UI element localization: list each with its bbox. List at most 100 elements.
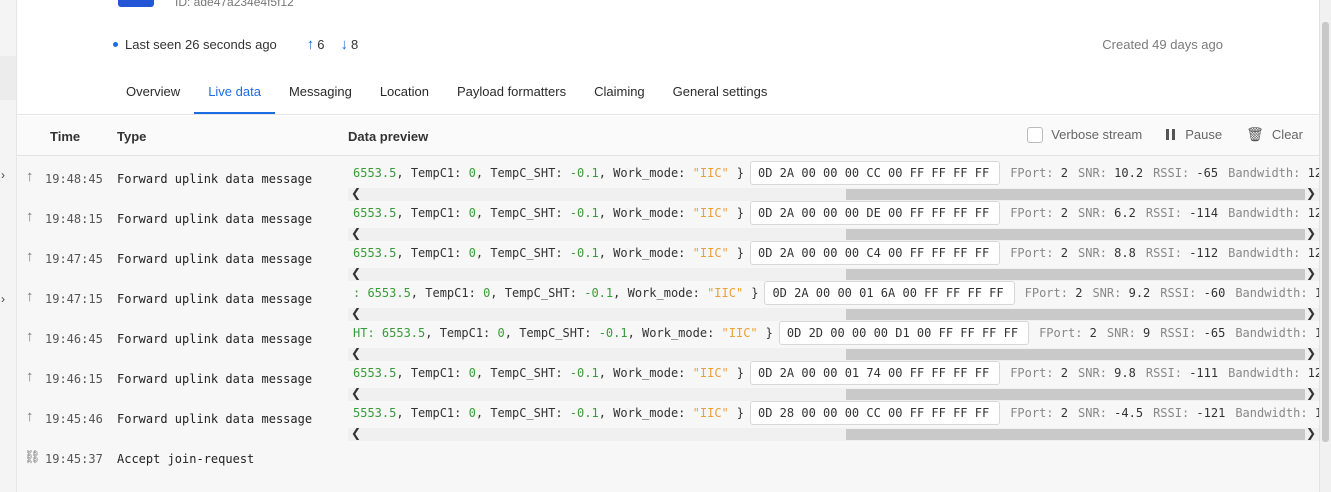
table-row[interactable]: ↑ 19:46:45 Forward uplink data message HT: … <box>17 317 1319 361</box>
payload-value: -0.1 <box>569 166 599 180</box>
rssi-value: -65 <box>1196 166 1219 180</box>
pause-icon <box>1166 129 1176 140</box>
payload-lead-value: : 6553.5 <box>353 286 411 300</box>
tab-payload-formatters[interactable]: Payload formatters <box>443 73 580 114</box>
raw-payload-hex[interactable]: 0D 2A 00 00 01 74 00 FF FF FF FF <box>750 361 1001 385</box>
payload-key: TempC1: <box>410 366 462 380</box>
bandwidth-key: Bandwidth: <box>1228 206 1301 220</box>
snr-key: SNR: <box>1078 406 1107 420</box>
row-time: 19:48:45 <box>45 172 103 186</box>
rssi-key: RSSI: <box>1160 286 1197 300</box>
row-type: Forward uplink data message <box>117 252 313 266</box>
table-row[interactable]: ↑ 19:47:15 Forward uplink data message: 65… <box>17 277 1319 321</box>
payload-brace: } <box>736 166 744 180</box>
bandwidth-key: Bandwidth: <box>1228 366 1301 380</box>
rssi-value: -60 <box>1203 286 1226 300</box>
clear-button[interactable]: 🗑 Clear <box>1246 126 1303 143</box>
payload-value: 0 <box>468 166 476 180</box>
fport-value: 2 <box>1060 166 1069 180</box>
raw-payload-hex[interactable]: 0D 2A 00 00 00 DE 00 FF FF FF FF <box>750 201 1001 225</box>
row-type: Forward uplink data message <box>117 292 313 306</box>
payload-key: TempC_SHT: <box>504 286 577 300</box>
device-status-row: Last seen 26 seconds ago ↑ 6 ↓ 8 <box>113 36 358 53</box>
payload-lead-value: 6553.5 <box>353 166 397 180</box>
tab-messaging[interactable]: Messaging <box>275 73 366 114</box>
raw-payload-hex[interactable]: 0D 2A 00 00 00 C4 00 FF FF FF FF <box>750 241 1001 265</box>
payload-value: -0.1 <box>584 286 614 300</box>
table-row[interactable]: ↑ 19:46:15 Forward uplink data message 6553… <box>17 357 1319 401</box>
row-time: 19:45:37 <box>45 452 103 466</box>
scrollbar-thumb[interactable] <box>1322 22 1329 442</box>
payload-value: "IIC" <box>692 366 729 380</box>
snr-key: SNR: <box>1078 246 1107 260</box>
payload-value: 0 <box>468 366 476 380</box>
snr-value: 9.2 <box>1128 286 1151 300</box>
fport-key: FPort: <box>1039 326 1083 340</box>
tab-location[interactable]: Location <box>366 73 443 114</box>
payload-brace: } <box>736 246 744 260</box>
row-time: 19:46:45 <box>45 332 103 346</box>
tab-live-data[interactable]: Live data <box>194 73 275 114</box>
device-logo <box>118 0 154 7</box>
payload-key: TempC_SHT: <box>490 366 563 380</box>
payload-key: TempC1: <box>410 166 462 180</box>
bandwidth-value: 125000 <box>1307 366 1319 380</box>
row-time: 19:45:46 <box>45 412 103 426</box>
table-row[interactable]: ↑ 19:48:45 Forward uplink data message 6553… <box>17 157 1319 201</box>
left-edge-panel: › › <box>0 0 17 492</box>
uplink-count: 6 <box>317 37 325 52</box>
chevron-icon: › <box>1 168 5 182</box>
payload-key: Work_mode: <box>613 406 686 420</box>
raw-payload-hex[interactable]: 0D 2A 00 00 01 6A 00 FF FF FF FF <box>764 281 1015 305</box>
payload-value: "IIC" <box>692 166 729 180</box>
table-row[interactable]: ↑ 19:45:46 Forward uplink data message 5553… <box>17 397 1319 441</box>
payload-lead-value: HT: 6553.5 <box>353 326 426 340</box>
arrow-up-icon: ↑ <box>26 408 34 425</box>
bandwidth-key: Bandwidth: <box>1235 326 1308 340</box>
verbose-checkbox[interactable] <box>1027 126 1044 143</box>
arrow-up-icon: ↑ <box>26 368 34 385</box>
chevron-icon: › <box>1 292 5 306</box>
rssi-value: -121 <box>1196 406 1226 420</box>
verbose-stream-toggle[interactable]: Verbose stream <box>1027 126 1142 143</box>
raw-payload-hex[interactable]: 0D 28 00 00 00 CC 00 FF FF FF FF <box>750 401 1001 425</box>
snr-key: SNR: <box>1078 206 1107 220</box>
fport-value: 2 <box>1075 286 1083 300</box>
table-row[interactable]: ⛓ 19:45:37 Accept join-request <box>17 437 1319 477</box>
table-row[interactable]: ↑ 19:47:45 Forward uplink data message 6553… <box>17 237 1319 281</box>
link-icon: ⛓ <box>24 449 41 464</box>
payload-value: "IIC" <box>692 206 729 220</box>
table-row[interactable]: ↑ 19:48:15 Forward uplink data message 6553… <box>17 197 1319 241</box>
tab-overview[interactable]: Overview <box>112 73 194 114</box>
vertical-scrollbar[interactable] <box>1319 0 1331 492</box>
payload-key: TempC_SHT: <box>490 246 563 260</box>
snr-value: 9 <box>1143 326 1151 340</box>
rssi-value: -114 <box>1189 206 1219 220</box>
tab-claiming[interactable]: Claiming <box>580 73 659 114</box>
row-time: 19:47:45 <box>45 252 103 266</box>
payload-key: TempC1: <box>410 406 462 420</box>
payload-key: Work_mode: <box>613 166 686 180</box>
rssi-key: RSSI: <box>1160 326 1197 340</box>
bandwidth-value: 125000 <box>1307 246 1319 260</box>
table-header: Time Type Data preview Verbose stream Pa… <box>17 116 1319 156</box>
status-dot <box>113 42 118 47</box>
payload-value: "IIC" <box>707 286 744 300</box>
pause-button[interactable]: Pause <box>1166 127 1222 142</box>
type-column-header: Type <box>117 129 147 144</box>
downlink-count: 8 <box>351 37 359 52</box>
rssi-value: -111 <box>1189 366 1219 380</box>
raw-payload-hex[interactable]: 0D 2D 00 00 00 D1 00 FF FF FF FF <box>778 321 1030 345</box>
raw-payload-hex[interactable]: 0D 2A 00 00 00 CC 00 FF FF FF FF <box>750 161 1001 185</box>
tab-general-settings[interactable]: General settings <box>659 73 782 114</box>
rssi-key: RSSI: <box>1153 166 1190 180</box>
fport-key: FPort: <box>1024 286 1068 300</box>
rssi-value: -65 <box>1203 326 1226 340</box>
fport-key: FPort: <box>1010 246 1054 260</box>
bandwidth-key: Bandwidth: <box>1235 406 1308 420</box>
payload-key: TempC1: <box>439 326 491 340</box>
arrow-up-icon: ↑ <box>26 328 34 345</box>
bandwidth-key: Bandwidth: <box>1228 166 1301 180</box>
live-data-table: Time Type Data preview Verbose stream Pa… <box>17 116 1319 492</box>
payload-key: TempC1: <box>425 286 476 300</box>
